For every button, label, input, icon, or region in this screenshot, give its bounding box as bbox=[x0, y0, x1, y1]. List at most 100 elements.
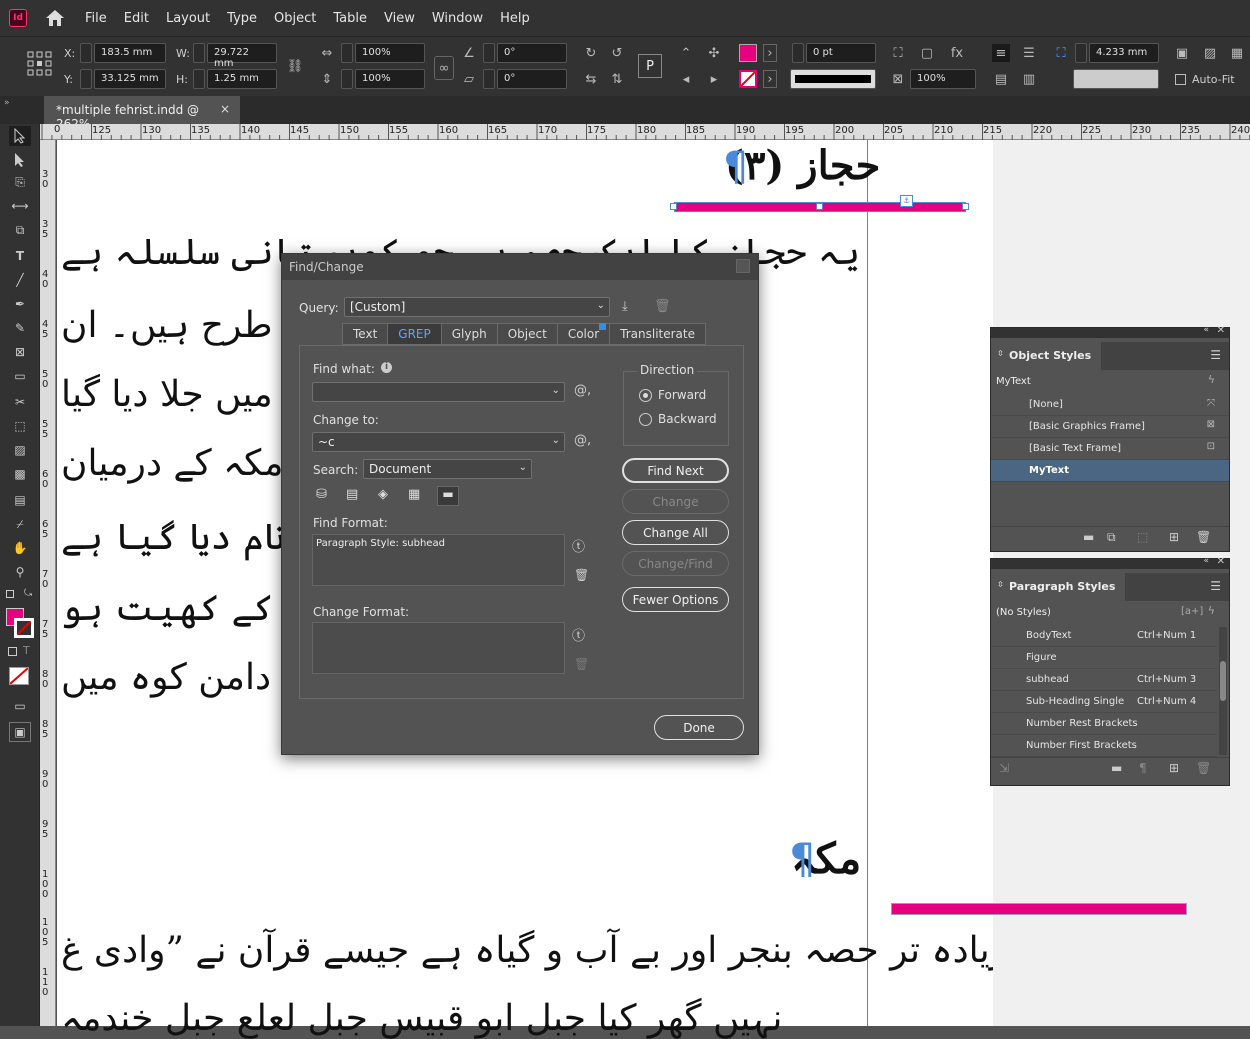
fx-effects-icon[interactable]: fx bbox=[948, 44, 966, 62]
clear-overrides-icon[interactable]: ¶ bbox=[1139, 761, 1147, 775]
scale-y-field[interactable]: 100% bbox=[355, 69, 425, 89]
menu-edit[interactable]: Edit bbox=[124, 11, 149, 26]
new-style-icon[interactable]: ⊞ bbox=[1169, 761, 1179, 775]
specify-find-format-icon[interactable]: ⓣ bbox=[572, 536, 585, 555]
pen-tool-icon[interactable]: ✒ bbox=[9, 294, 31, 314]
menu-type[interactable]: Type bbox=[227, 11, 257, 26]
menu-view[interactable]: View bbox=[384, 11, 415, 26]
rotate-spinner[interactable] bbox=[483, 43, 495, 63]
panel-menu-icon[interactable]: ☰ bbox=[1210, 348, 1221, 362]
change-find-button[interactable]: Change/Find bbox=[622, 551, 729, 576]
include-footnotes-icon[interactable]: ▬ bbox=[437, 486, 459, 506]
x-field[interactable]: 183.5 mm bbox=[94, 43, 166, 63]
include-master-pages-icon[interactable]: ▦ bbox=[408, 487, 420, 502]
select-previous-icon[interactable]: ◂ bbox=[677, 70, 695, 88]
scale-y-spinner[interactable] bbox=[341, 69, 353, 89]
home-icon[interactable] bbox=[41, 4, 69, 32]
backward-radio[interactable] bbox=[639, 413, 652, 426]
fill-dropdown-icon[interactable]: › bbox=[763, 44, 777, 62]
scissors-tool-icon[interactable]: ✂ bbox=[9, 392, 31, 412]
rotate-field[interactable]: 0° bbox=[497, 43, 567, 63]
info-icon[interactable]: i bbox=[381, 362, 392, 373]
eyedropper-tool-icon[interactable]: ⌿ bbox=[9, 514, 31, 534]
query-select[interactable]: [Custom] ⌄ bbox=[344, 297, 610, 317]
default-colors-icon[interactable] bbox=[6, 590, 14, 598]
spacing-spinner[interactable] bbox=[1075, 43, 1087, 63]
delete-query-icon[interactable]: 🗑 bbox=[654, 299, 671, 314]
stroke-swatch[interactable] bbox=[739, 70, 757, 88]
w-field[interactable]: 29.722 mm bbox=[207, 43, 277, 69]
dialog-close-button[interactable] bbox=[736, 259, 750, 273]
save-query-icon[interactable]: ⤓ bbox=[622, 299, 628, 314]
rotate-ccw-icon[interactable]: ↺ bbox=[608, 44, 626, 62]
shape-frame-icon[interactable]: ▢ bbox=[918, 44, 936, 62]
direct-selection-tool-icon[interactable] bbox=[9, 150, 31, 170]
select-next-icon[interactable]: ▸ bbox=[705, 70, 723, 88]
change-button[interactable]: Change bbox=[622, 489, 729, 514]
panel-menu-icon[interactable]: ☰ bbox=[1210, 579, 1221, 593]
paragraph-style-item[interactable]: Figure bbox=[991, 647, 1217, 669]
rotate-cw-icon[interactable]: ↻ bbox=[582, 44, 600, 62]
new-style-icon[interactable]: ⊞ bbox=[1169, 530, 1179, 544]
link-icon[interactable]: ∞ bbox=[434, 56, 454, 80]
tab-grep[interactable]: GREP bbox=[387, 323, 441, 345]
menu-window[interactable]: Window bbox=[432, 11, 483, 26]
corner-options-icon[interactable]: ⛶ bbox=[889, 44, 907, 62]
find-what-field[interactable]: ⌄ bbox=[312, 382, 565, 402]
note-tool-icon[interactable]: ▤ bbox=[9, 490, 31, 510]
center-content-icon[interactable]: ▦ bbox=[1228, 44, 1246, 62]
change-to-field[interactable]: ~c ⌄ bbox=[312, 432, 565, 452]
zoom-tool-icon[interactable]: ⚲ bbox=[9, 562, 31, 582]
body-line[interactable]: حجاز کا زیادہ تر حصہ بنجر اور بے آب و گی… bbox=[61, 930, 1132, 971]
search-scope-select[interactable]: Document ⌄ bbox=[363, 459, 532, 479]
clear-overrides-icon[interactable]: ⧉ bbox=[1107, 530, 1116, 545]
select-content-icon[interactable]: ✣ bbox=[705, 44, 723, 62]
paragraph-style-item[interactable]: Sub-Heading Single Ctrl+Num 4 bbox=[991, 691, 1217, 713]
stroke-weight-field[interactable]: 0 pt bbox=[806, 43, 876, 63]
gradient-feather-tool-icon[interactable]: ▩ bbox=[9, 464, 31, 484]
text-wrap-none-icon[interactable]: ≡ bbox=[992, 44, 1010, 62]
paragraph-style-item[interactable]: Number Rest Brackets bbox=[991, 713, 1217, 735]
clear-non-defined-icon[interactable]: ⬚ bbox=[1137, 530, 1148, 544]
delete-style-icon[interactable]: 🗑 bbox=[1196, 530, 1211, 544]
scale-x-spinner[interactable] bbox=[341, 43, 353, 63]
page-tool-icon[interactable]: ⎘ bbox=[9, 172, 31, 192]
line-tool-icon[interactable]: ╱ bbox=[9, 270, 31, 290]
collapse-panel-icon[interactable]: « bbox=[1203, 556, 1209, 566]
preview-mode-icon[interactable]: ▣ bbox=[9, 722, 31, 742]
lightning-icon[interactable]: ϟ bbox=[1208, 373, 1215, 386]
opacity-field[interactable]: 100% bbox=[910, 69, 976, 89]
new-group-icon[interactable]: ▬ bbox=[1083, 530, 1094, 544]
fill-swatch[interactable] bbox=[739, 44, 757, 62]
stroke-type-select[interactable] bbox=[790, 69, 876, 89]
menu-file[interactable]: File bbox=[85, 11, 107, 26]
close-panel-icon[interactable]: ✕ bbox=[1217, 556, 1225, 567]
paragraph-p-icon[interactable]: P bbox=[638, 54, 662, 78]
select-container-icon[interactable]: ⌃ bbox=[677, 44, 695, 62]
paragraph-style-item[interactable]: subhead Ctrl+Num 3 bbox=[991, 669, 1217, 691]
find-next-button[interactable]: Find Next bbox=[622, 458, 729, 483]
selection-tool-icon[interactable] bbox=[9, 126, 31, 146]
frame-fitting-select[interactable] bbox=[1073, 69, 1159, 89]
change-all-button[interactable]: Change All bbox=[622, 520, 729, 545]
lightning-icon[interactable]: ϟ bbox=[1208, 604, 1215, 617]
frame-handle-right[interactable] bbox=[962, 203, 969, 210]
menu-object[interactable]: Object bbox=[274, 11, 316, 26]
paragraph-styles-scrollbar[interactable] bbox=[1219, 627, 1227, 755]
special-characters-find-icon[interactable]: @, bbox=[574, 383, 591, 398]
text-wrap-bbox-icon[interactable]: ☰ bbox=[1020, 44, 1038, 62]
change-format-box[interactable] bbox=[312, 622, 565, 674]
shear-field[interactable]: 0° bbox=[497, 69, 567, 89]
text-wrap-shape-icon[interactable]: ▤ bbox=[992, 70, 1010, 88]
specify-change-format-icon[interactable]: ⓣ bbox=[572, 625, 585, 644]
scrollbar-thumb[interactable] bbox=[1220, 661, 1226, 701]
h-spinner[interactable] bbox=[193, 69, 205, 89]
forward-radio[interactable] bbox=[639, 389, 652, 402]
hand-tool-icon[interactable]: ✋ bbox=[9, 538, 31, 558]
pencil-tool-icon[interactable]: ✎ bbox=[9, 318, 31, 338]
clear-change-format-icon[interactable]: 🗑 bbox=[574, 657, 589, 671]
include-hidden-layers-icon[interactable]: ◈ bbox=[378, 487, 388, 502]
spacing-field[interactable]: 4.233 mm bbox=[1089, 43, 1159, 63]
constrain-proportions-icon[interactable]: ⛓ bbox=[286, 57, 304, 75]
stroke-dropdown-icon[interactable]: › bbox=[763, 70, 777, 88]
